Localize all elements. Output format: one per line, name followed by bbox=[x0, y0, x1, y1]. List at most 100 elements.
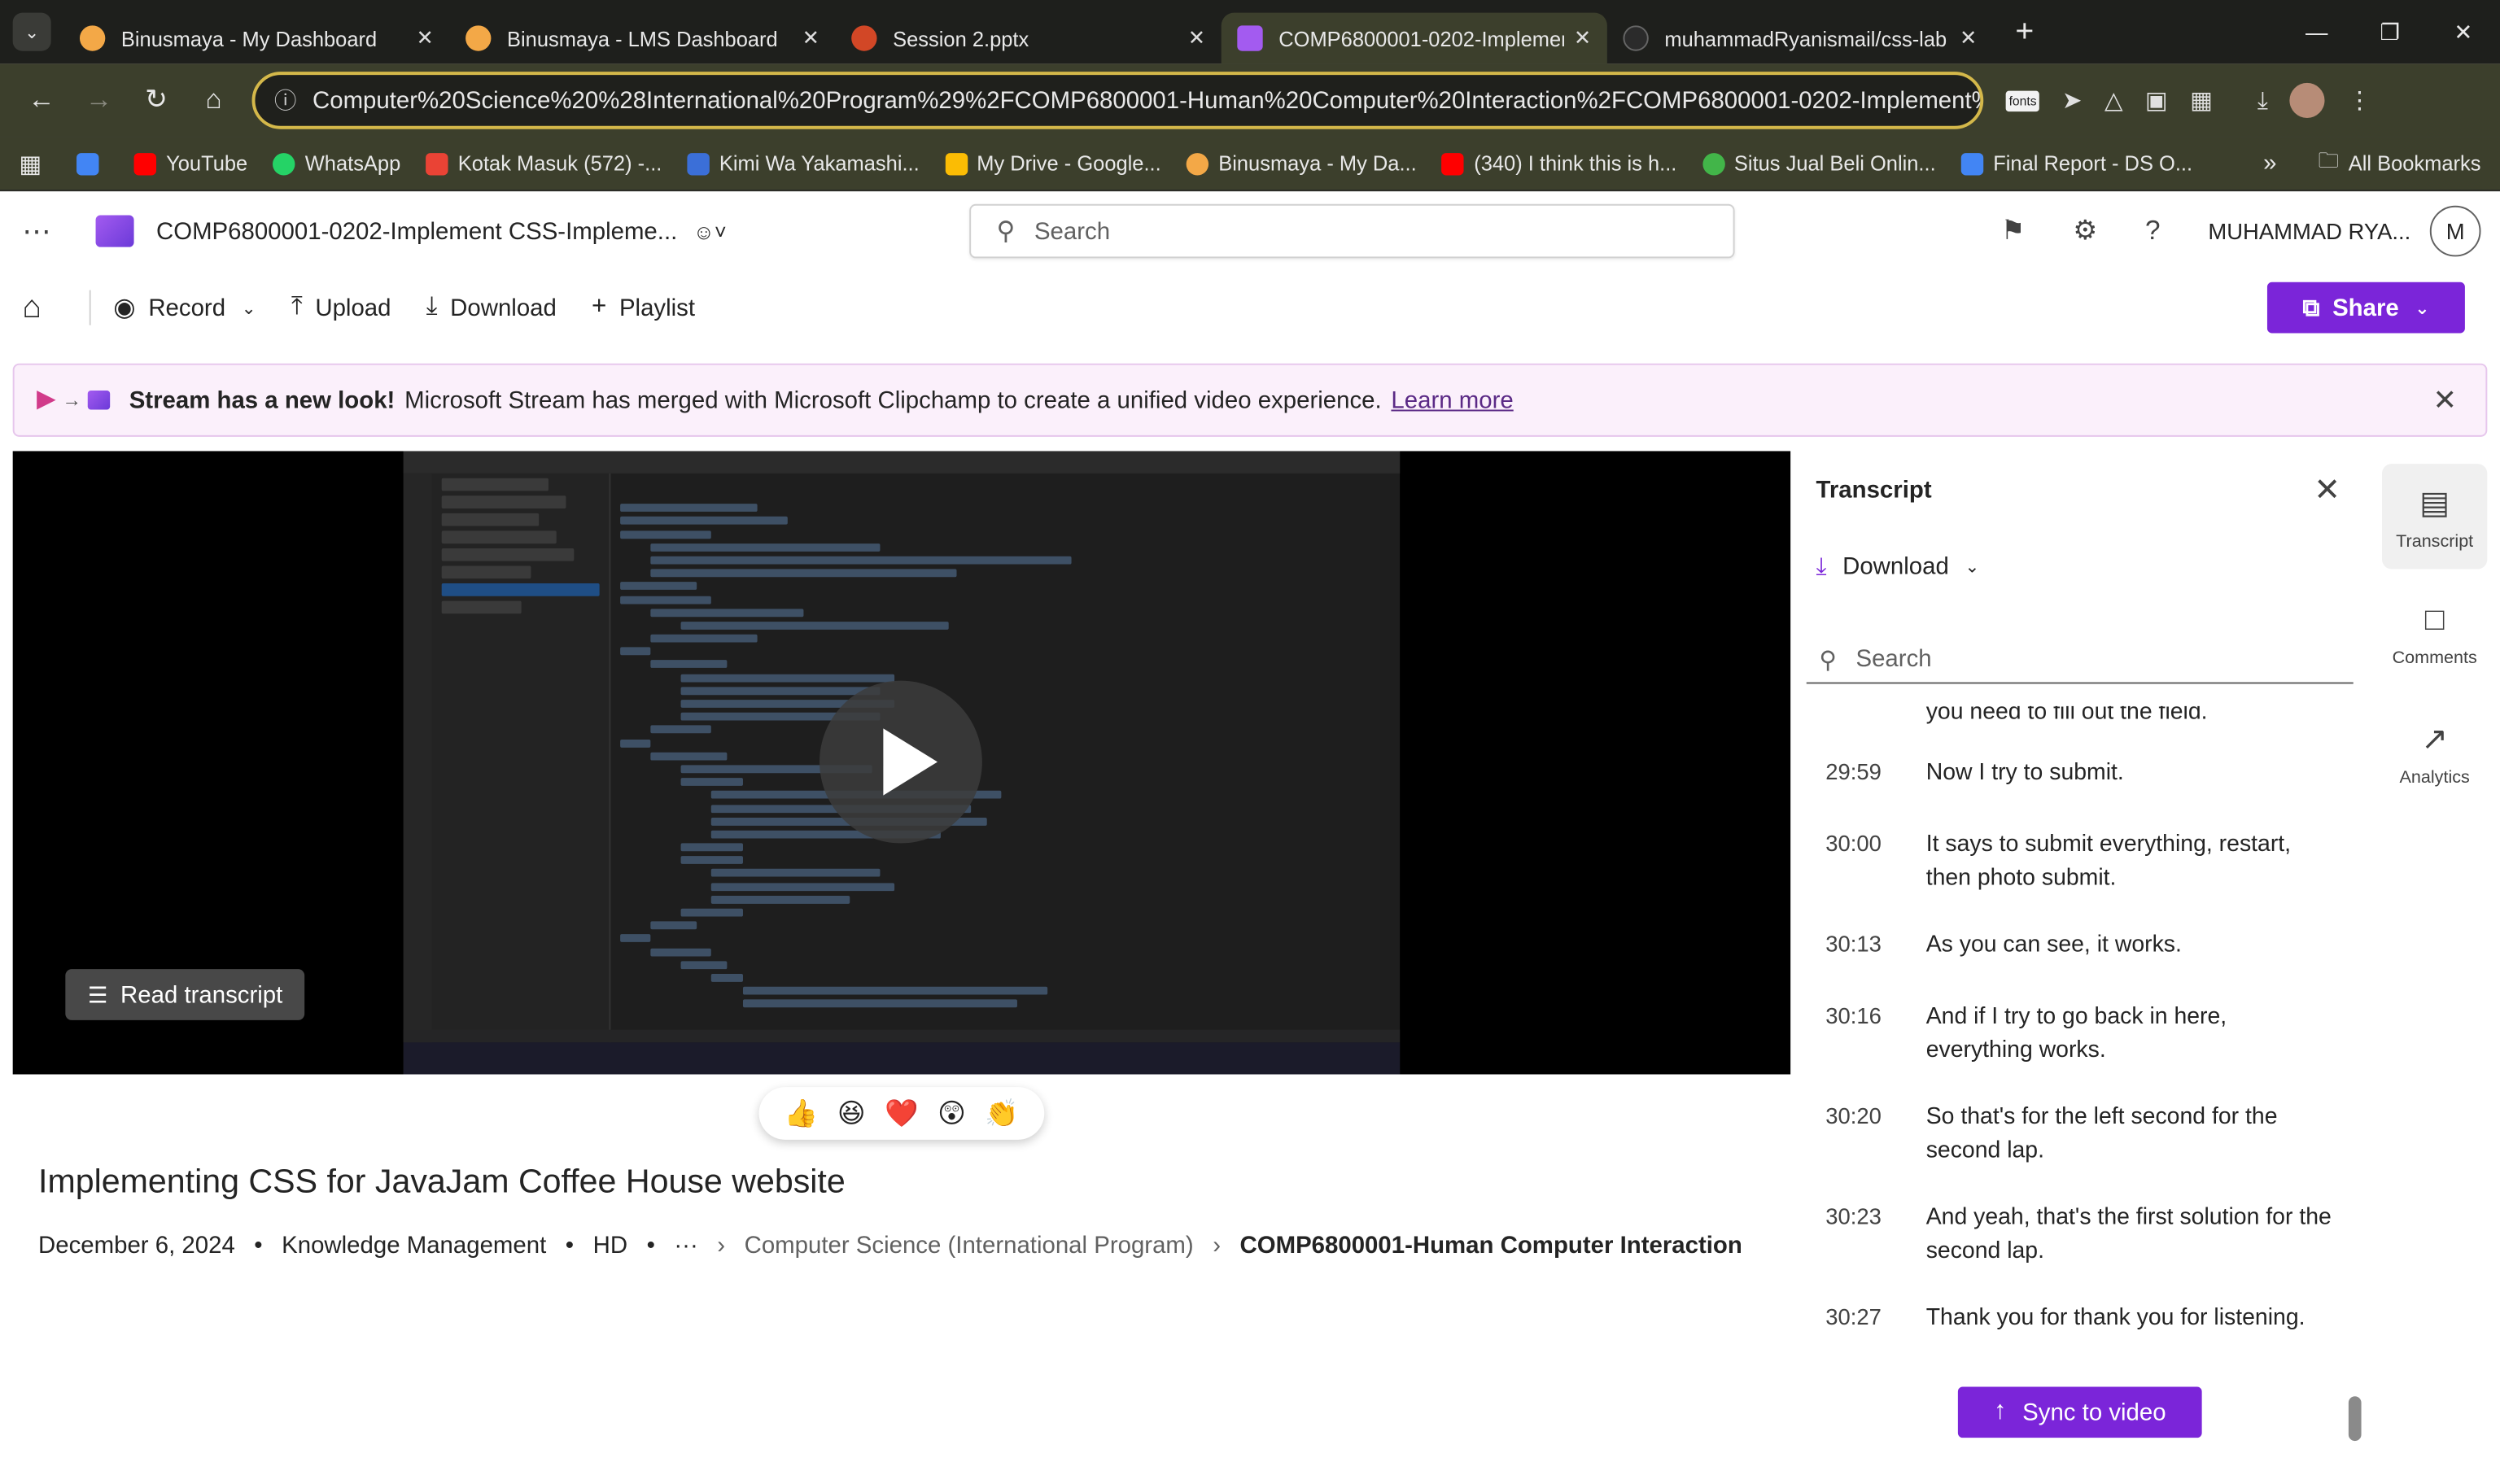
tab-close-icon[interactable]: ✕ bbox=[802, 25, 819, 50]
like-reaction[interactable]: 👍 bbox=[785, 1098, 818, 1129]
forward-icon[interactable]: → bbox=[70, 85, 128, 116]
restore-icon[interactable]: ❐ bbox=[2354, 0, 2427, 63]
clipchamp-icon bbox=[37, 391, 56, 410]
upload-button[interactable]: ⤒ Upload bbox=[291, 293, 391, 321]
download-icon: ⤓ bbox=[1816, 552, 1827, 581]
back-icon[interactable]: ← bbox=[13, 85, 71, 116]
transcript-entry[interactable]: 30:23 And yeah, that's the first solution… bbox=[1807, 1202, 2354, 1302]
bookmark-binusmaya[interactable]: Binusmaya - My Da... bbox=[1187, 151, 1417, 176]
tab-close-icon[interactable]: ✕ bbox=[417, 25, 434, 50]
bookmark-docs[interactable]: Final Report - DS O... bbox=[1961, 151, 2192, 176]
bookmark-gmail[interactable]: Kotak Masuk (572) -... bbox=[426, 151, 662, 176]
browser-menu-icon[interactable]: ⋮ bbox=[2348, 86, 2371, 115]
browser-tab-2[interactable]: Session 2.pptx ✕ bbox=[836, 13, 1222, 64]
bookmark-youtube[interactable]: YouTube bbox=[133, 151, 247, 176]
video-category[interactable]: Knowledge Management bbox=[282, 1232, 546, 1259]
code-line bbox=[681, 778, 743, 787]
bookmark-tokopedia[interactable]: Situs Jual Beli Onlin... bbox=[1702, 151, 1936, 176]
sync-to-video-button[interactable]: ↑ Sync to video bbox=[1957, 1386, 2202, 1438]
bookmark-drive[interactable]: My Drive - Google... bbox=[945, 151, 1161, 176]
bookmark-youtube-video[interactable]: (340) I think this is h... bbox=[1442, 151, 1676, 176]
user-name[interactable]: MUHAMMAD RYA... bbox=[2208, 218, 2410, 243]
address-bar-row: ← → ↻ ⌂ ⓘ Computer%20Science%20%28Intern… bbox=[0, 63, 2500, 137]
transcript-entry[interactable]: 30:16 And if I try to go back in here, ev… bbox=[1807, 1001, 2354, 1101]
cursor-extension-icon[interactable]: ➤ bbox=[2062, 86, 2083, 115]
video-player[interactable]: ☰ Read transcript bbox=[12, 451, 1791, 1075]
reload-icon[interactable]: ↻ bbox=[128, 85, 186, 116]
transcript-entry[interactable]: 30:13 As you can see, it works. bbox=[1807, 929, 2354, 1001]
command-bar: ⌂ ◉ Record ⌄ ⤒ Upload ⤓ Download + Playlist ⧉… bbox=[0, 271, 2500, 344]
transcript-entry[interactable]: 30:00 It says to submit everything, resta… bbox=[1807, 829, 2354, 929]
people-chevron-icon[interactable]: ☺˅ bbox=[693, 219, 727, 242]
play-button[interactable] bbox=[819, 680, 982, 844]
explorer-row bbox=[441, 548, 575, 561]
downloads-icon[interactable]: ⤓ bbox=[2257, 87, 2268, 114]
gmail-icon bbox=[426, 152, 449, 175]
browser-tab-3[interactable]: COMP6800001-0202-Implemen ✕ bbox=[1221, 12, 1607, 64]
apps-grid-icon[interactable]: ▦ bbox=[20, 149, 42, 177]
transcript-entry[interactable]: 30:27 Thank you for thank you for listeni… bbox=[1807, 1303, 2354, 1351]
close-icon[interactable]: ✕ bbox=[2433, 383, 2458, 417]
download-button[interactable]: ⤓ Download bbox=[426, 293, 557, 321]
heart-reaction[interactable]: ❤️ bbox=[885, 1098, 918, 1129]
extensions-puzzle-icon[interactable]: ▦ bbox=[2190, 86, 2213, 115]
gear-icon[interactable]: ⚙ bbox=[2073, 215, 2097, 247]
chevron-down-icon: ⌄ bbox=[1965, 557, 1980, 578]
browser-tab-0[interactable]: Binusmaya - My Dashboard ✕ bbox=[63, 13, 449, 64]
fonts-extension-icon[interactable]: fonts bbox=[2005, 89, 2040, 111]
minimize-icon[interactable]: — bbox=[2280, 0, 2354, 63]
analytics-icon: ↗ bbox=[2421, 721, 2449, 757]
rail-transcript[interactable]: ▤ Transcript bbox=[2382, 464, 2488, 570]
tab-close-icon[interactable]: ✕ bbox=[1960, 25, 1977, 50]
address-input[interactable]: ⓘ Computer%20Science%20%28International%… bbox=[251, 72, 1984, 129]
learn-more-link[interactable]: Learn more bbox=[1391, 386, 1513, 413]
new-tab-icon[interactable]: + bbox=[2015, 14, 2034, 50]
tab-close-icon[interactable]: ✕ bbox=[1574, 25, 1591, 50]
browser-tab-1[interactable]: Binusmaya - LMS Dashboard ✕ bbox=[449, 13, 835, 64]
record-button[interactable]: ◉ Record ⌄ bbox=[113, 292, 256, 324]
browser-tab-4[interactable]: muhammadRyanismail/css-lab ✕ bbox=[1607, 13, 1993, 64]
tab-close-icon[interactable]: ✕ bbox=[1188, 25, 1205, 50]
close-window-icon[interactable]: ✕ bbox=[2427, 0, 2500, 63]
transcript-download-button[interactable]: ⤓ Download ⌄ bbox=[1816, 553, 1980, 580]
docs-icon bbox=[1961, 152, 1984, 175]
translate-extension-icon[interactable]: △ bbox=[2104, 86, 2123, 115]
bookmark-whatsapp[interactable]: WhatsApp bbox=[273, 151, 400, 176]
transcript-scrollbar[interactable] bbox=[2348, 1396, 2362, 1442]
avatar[interactable]: M bbox=[2429, 205, 2481, 257]
home-button[interactable]: ⌂ bbox=[22, 290, 54, 326]
feedback-icon[interactable]: ⚑ bbox=[2001, 215, 2026, 247]
surprised-reaction[interactable]: 😲 bbox=[938, 1098, 966, 1129]
search-input[interactable]: ⚲ Search bbox=[969, 203, 1735, 259]
reader-extension-icon[interactable]: ▣ bbox=[2145, 86, 2168, 115]
all-bookmarks-link[interactable]: All Bookmarks bbox=[2349, 151, 2481, 175]
rail-analytics[interactable]: ↗ Analytics bbox=[2382, 700, 2487, 805]
explorer-row bbox=[441, 478, 549, 491]
breadcrumb-current[interactable]: COMP6800001-Human Computer Interaction bbox=[1240, 1232, 1742, 1259]
clap-reaction[interactable]: 👏 bbox=[985, 1098, 1018, 1129]
transcript-entry[interactable]: 29:59 Now I try to submit. bbox=[1807, 757, 2354, 829]
file-title[interactable]: COMP6800001-0202-Implement CSS-Impleme..… bbox=[156, 217, 727, 244]
tab-search-icon[interactable]: ⌄ bbox=[12, 12, 51, 51]
bookmark-translate[interactable] bbox=[76, 152, 108, 175]
playlist-button[interactable]: + Playlist bbox=[592, 293, 695, 321]
share-button[interactable]: ⧉ Share ⌄ bbox=[2266, 282, 2465, 334]
profile-avatar[interactable] bbox=[2290, 82, 2326, 118]
more-bookmarks-icon[interactable]: » bbox=[2263, 150, 2276, 177]
rail-comments[interactable]: □ Comments bbox=[2382, 582, 2487, 687]
binusmaya-favicon-icon bbox=[79, 25, 106, 51]
site-info-icon[interactable]: ⓘ bbox=[274, 85, 296, 116]
transcript-entry[interactable]: 30:20 So that's for the left second for t… bbox=[1807, 1102, 2354, 1202]
read-transcript-button[interactable]: ☰ Read transcript bbox=[65, 969, 305, 1020]
close-icon[interactable]: ✕ bbox=[2314, 470, 2340, 510]
app-launcher-icon[interactable]: ⋯ bbox=[22, 215, 57, 248]
breadcrumb-parent[interactable]: Computer Science (International Program) bbox=[745, 1232, 1194, 1259]
breadcrumb-more[interactable]: ··· bbox=[674, 1232, 697, 1259]
home-icon[interactable]: ⌂ bbox=[185, 85, 243, 116]
transcript-time: 30:27 bbox=[1825, 1303, 1882, 1329]
help-icon[interactable]: ? bbox=[2145, 215, 2161, 247]
editor-activity-bar bbox=[403, 473, 432, 1043]
transcript-search-input[interactable]: ⚲ Search bbox=[1806, 636, 2354, 684]
laugh-reaction[interactable]: 😆 bbox=[837, 1098, 866, 1129]
bookmark-kimi[interactable]: Kimi Wa Yakamashi... bbox=[687, 151, 920, 176]
